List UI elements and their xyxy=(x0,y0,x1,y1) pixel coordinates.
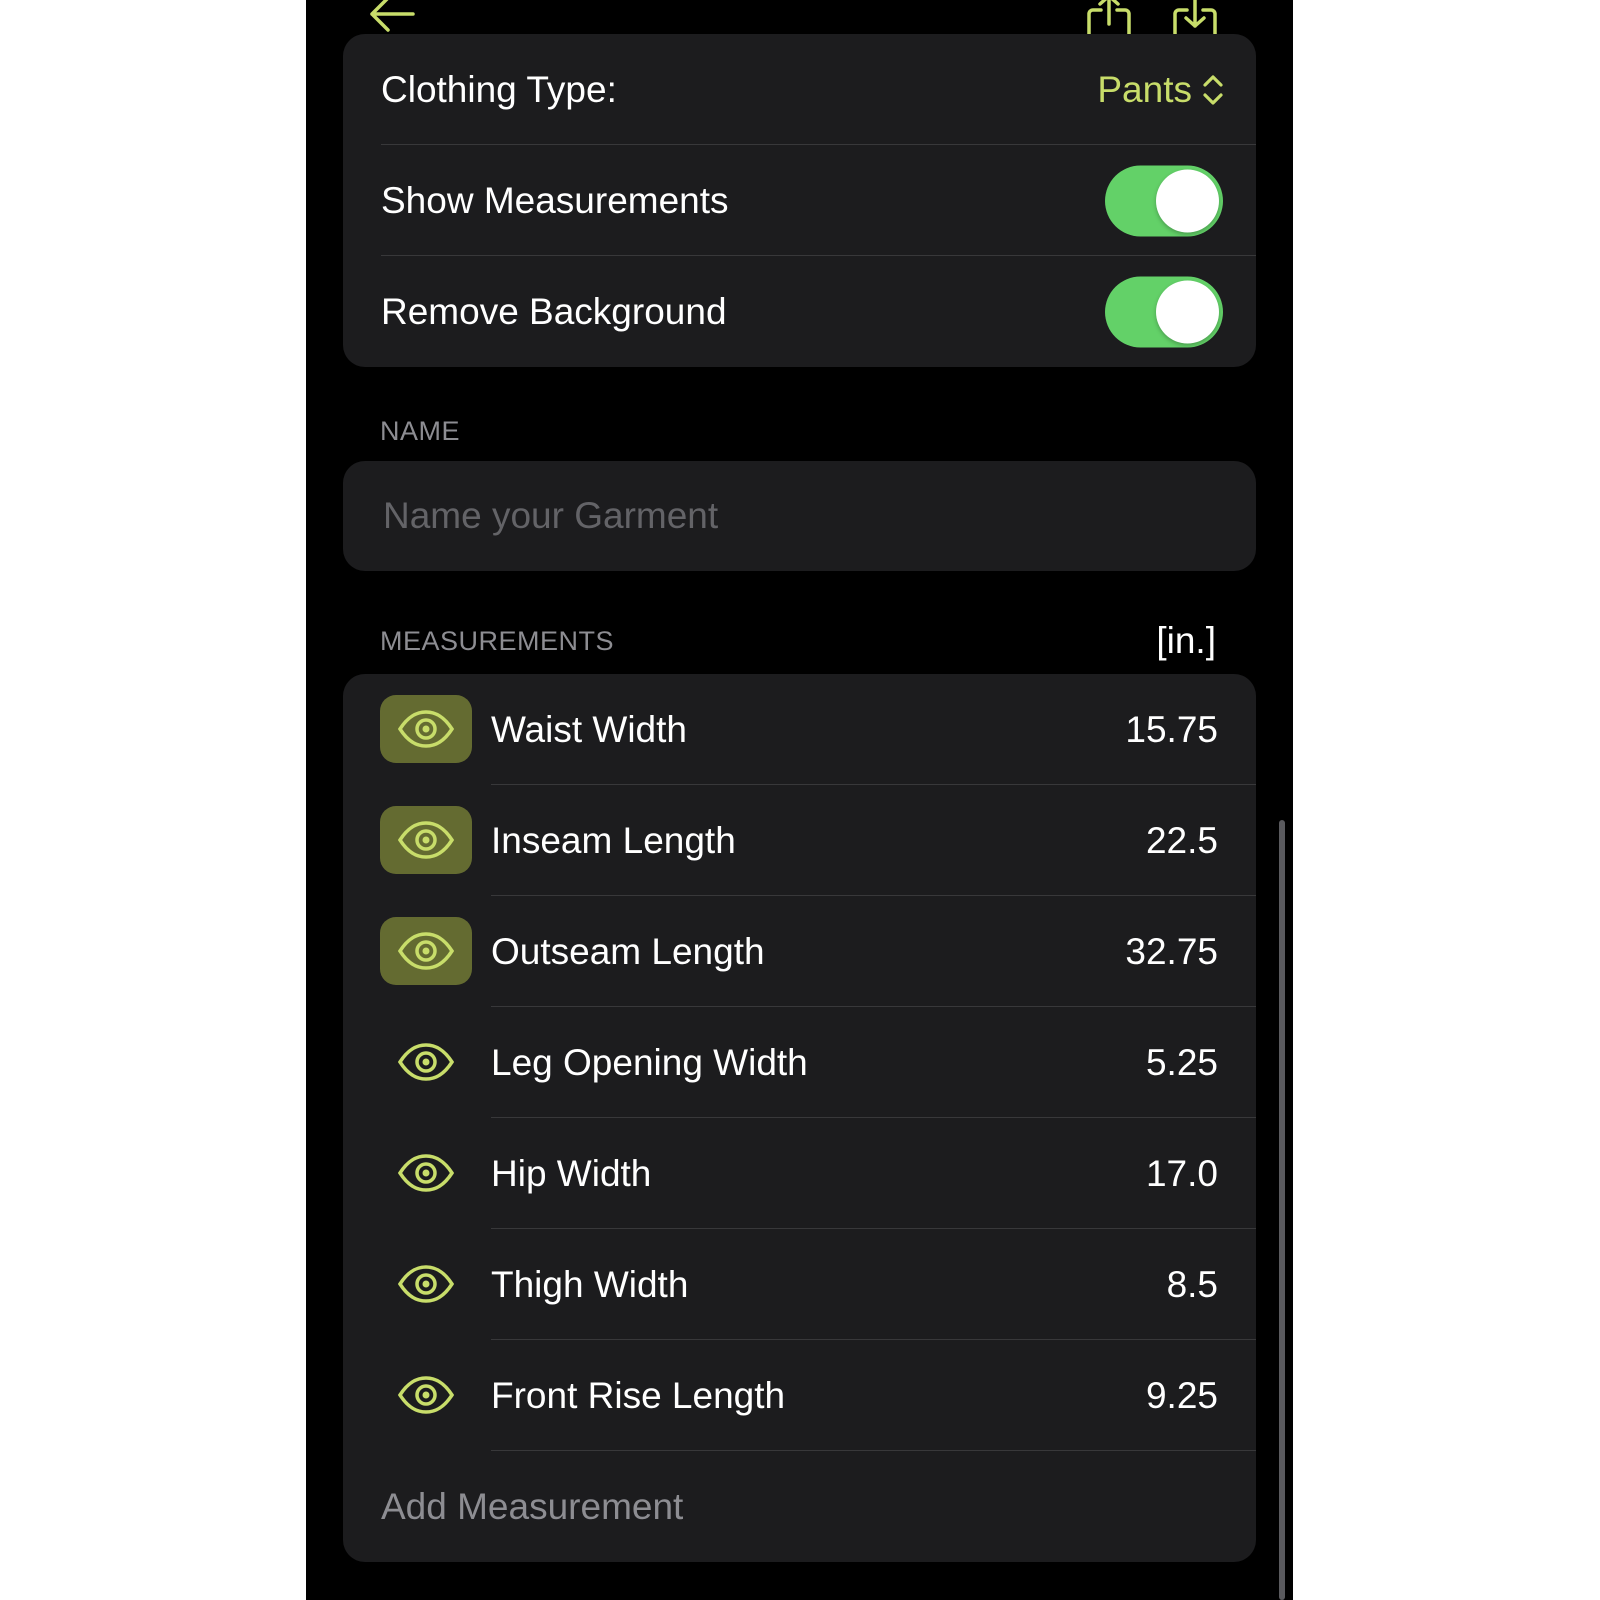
eye-toggle-button[interactable] xyxy=(380,1139,472,1207)
eye-icon xyxy=(397,710,455,748)
measurement-value[interactable]: 8.5 xyxy=(1167,1264,1218,1306)
measurement-row[interactable]: Outseam Length 32.75 xyxy=(343,896,1256,1007)
eye-icon xyxy=(397,821,455,859)
measurement-row[interactable]: Waist Width 15.75 xyxy=(343,674,1256,785)
clothing-type-row[interactable]: Clothing Type: Pants xyxy=(343,34,1256,145)
clothing-type-value: Pants xyxy=(1097,68,1192,110)
measurement-value[interactable]: 5.25 xyxy=(1146,1042,1218,1084)
measurement-row[interactable]: Leg Opening Width 5.25 xyxy=(343,1007,1256,1118)
measurement-label: Leg Opening Width xyxy=(491,1041,808,1083)
toggle-knob xyxy=(1156,280,1219,343)
unit-selector[interactable]: [in.] xyxy=(1156,620,1216,662)
add-measurement-row[interactable]: Add Measurement xyxy=(343,1451,1256,1562)
eye-icon xyxy=(397,1154,455,1192)
app-screen: Clothing Type: Pants Show Measurements R… xyxy=(306,0,1293,1600)
measurement-value[interactable]: 32.75 xyxy=(1125,931,1218,973)
measurement-row[interactable]: Inseam Length 22.5 xyxy=(343,785,1256,896)
eye-toggle-button[interactable] xyxy=(380,1250,472,1318)
name-card xyxy=(343,461,1256,571)
measurement-value[interactable]: 17.0 xyxy=(1146,1153,1218,1195)
clothing-type-picker[interactable]: Pants xyxy=(1097,69,1224,111)
measurement-label: Outseam Length xyxy=(491,930,765,972)
measurements-section-header: MEASUREMENTS xyxy=(380,626,615,656)
add-measurement-button[interactable]: Add Measurement xyxy=(381,1486,683,1528)
remove-background-label: Remove Background xyxy=(381,290,727,332)
measurement-value[interactable]: 9.25 xyxy=(1146,1375,1218,1417)
eye-icon xyxy=(397,1376,455,1414)
eye-icon xyxy=(397,1265,455,1303)
name-section-header: NAME xyxy=(380,416,461,446)
measurement-label: Waist Width xyxy=(491,708,687,750)
measurement-row[interactable]: Front Rise Length 9.25 xyxy=(343,1340,1256,1451)
eye-toggle-button[interactable] xyxy=(380,1361,472,1429)
options-card: Clothing Type: Pants Show Measurements R… xyxy=(343,34,1256,367)
measurement-label: Hip Width xyxy=(491,1152,652,1194)
measurement-row[interactable]: Hip Width 17.0 xyxy=(343,1118,1256,1229)
measurement-value[interactable]: 15.75 xyxy=(1125,709,1218,751)
eye-icon xyxy=(397,1043,455,1081)
clothing-type-label: Clothing Type: xyxy=(381,68,617,110)
show-measurements-toggle[interactable] xyxy=(1105,165,1223,236)
scrollbar[interactable] xyxy=(1279,820,1285,1600)
chevron-up-down-icon xyxy=(1203,74,1223,105)
eye-icon xyxy=(397,932,455,970)
eye-toggle-button[interactable] xyxy=(380,1028,472,1096)
measurement-value[interactable]: 22.5 xyxy=(1146,820,1218,862)
arrow-left-icon[interactable] xyxy=(366,0,416,34)
measurement-row[interactable]: Thigh Width 8.5 xyxy=(343,1229,1256,1340)
remove-background-toggle[interactable] xyxy=(1105,276,1223,347)
measurements-card: Waist Width 15.75 Inseam Length 22.5 Out… xyxy=(343,674,1256,1562)
eye-toggle-button[interactable] xyxy=(380,695,472,763)
measurement-label: Thigh Width xyxy=(491,1263,689,1305)
toggle-knob xyxy=(1156,169,1219,232)
show-measurements-row: Show Measurements xyxy=(343,145,1256,256)
measurement-label: Inseam Length xyxy=(491,819,736,861)
garment-name-input[interactable] xyxy=(381,494,1225,538)
eye-toggle-button[interactable] xyxy=(380,806,472,874)
show-measurements-label: Show Measurements xyxy=(381,179,729,221)
eye-toggle-button[interactable] xyxy=(380,917,472,985)
measurement-label: Front Rise Length xyxy=(491,1374,786,1416)
remove-background-row: Remove Background xyxy=(343,256,1256,367)
